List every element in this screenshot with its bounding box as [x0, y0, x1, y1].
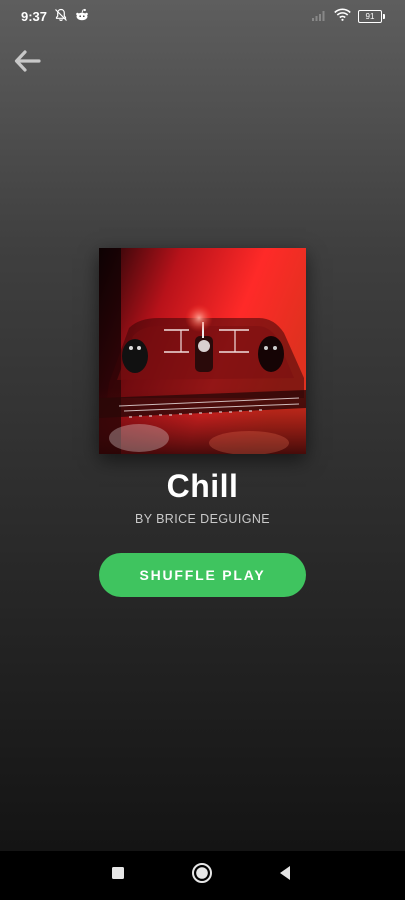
playlist-owner[interactable]: BY BRICE DEGUIGNE [0, 512, 405, 526]
battery-level: 91 [358, 9, 382, 23]
status-bar: 9:37 91 [0, 0, 405, 32]
home-circle-icon [191, 862, 213, 889]
shuffle-play-button[interactable]: SHUFFLE PLAY [99, 553, 306, 597]
home-button[interactable] [182, 851, 222, 900]
recents-button[interactable] [98, 851, 138, 900]
playlist-title: Chill [166, 468, 239, 504]
status-left: 9:37 [21, 8, 89, 25]
recents-square-icon [111, 866, 125, 885]
reddit-icon [75, 8, 89, 25]
playlist-cover [99, 248, 306, 454]
battery-icon: 91 [358, 9, 385, 23]
wifi-icon [334, 8, 351, 24]
back-triangle-icon [278, 865, 292, 886]
system-back-button[interactable] [265, 851, 305, 900]
status-right: 91 [311, 8, 385, 24]
system-nav-bar [0, 851, 405, 900]
back-button[interactable] [12, 48, 42, 78]
arrow-left-icon [13, 49, 41, 78]
cover-art-image [99, 248, 306, 454]
signal-icon [311, 9, 327, 24]
status-time: 9:37 [21, 8, 48, 24]
notifications-muted-icon [54, 8, 68, 25]
battery-tip [383, 13, 385, 19]
